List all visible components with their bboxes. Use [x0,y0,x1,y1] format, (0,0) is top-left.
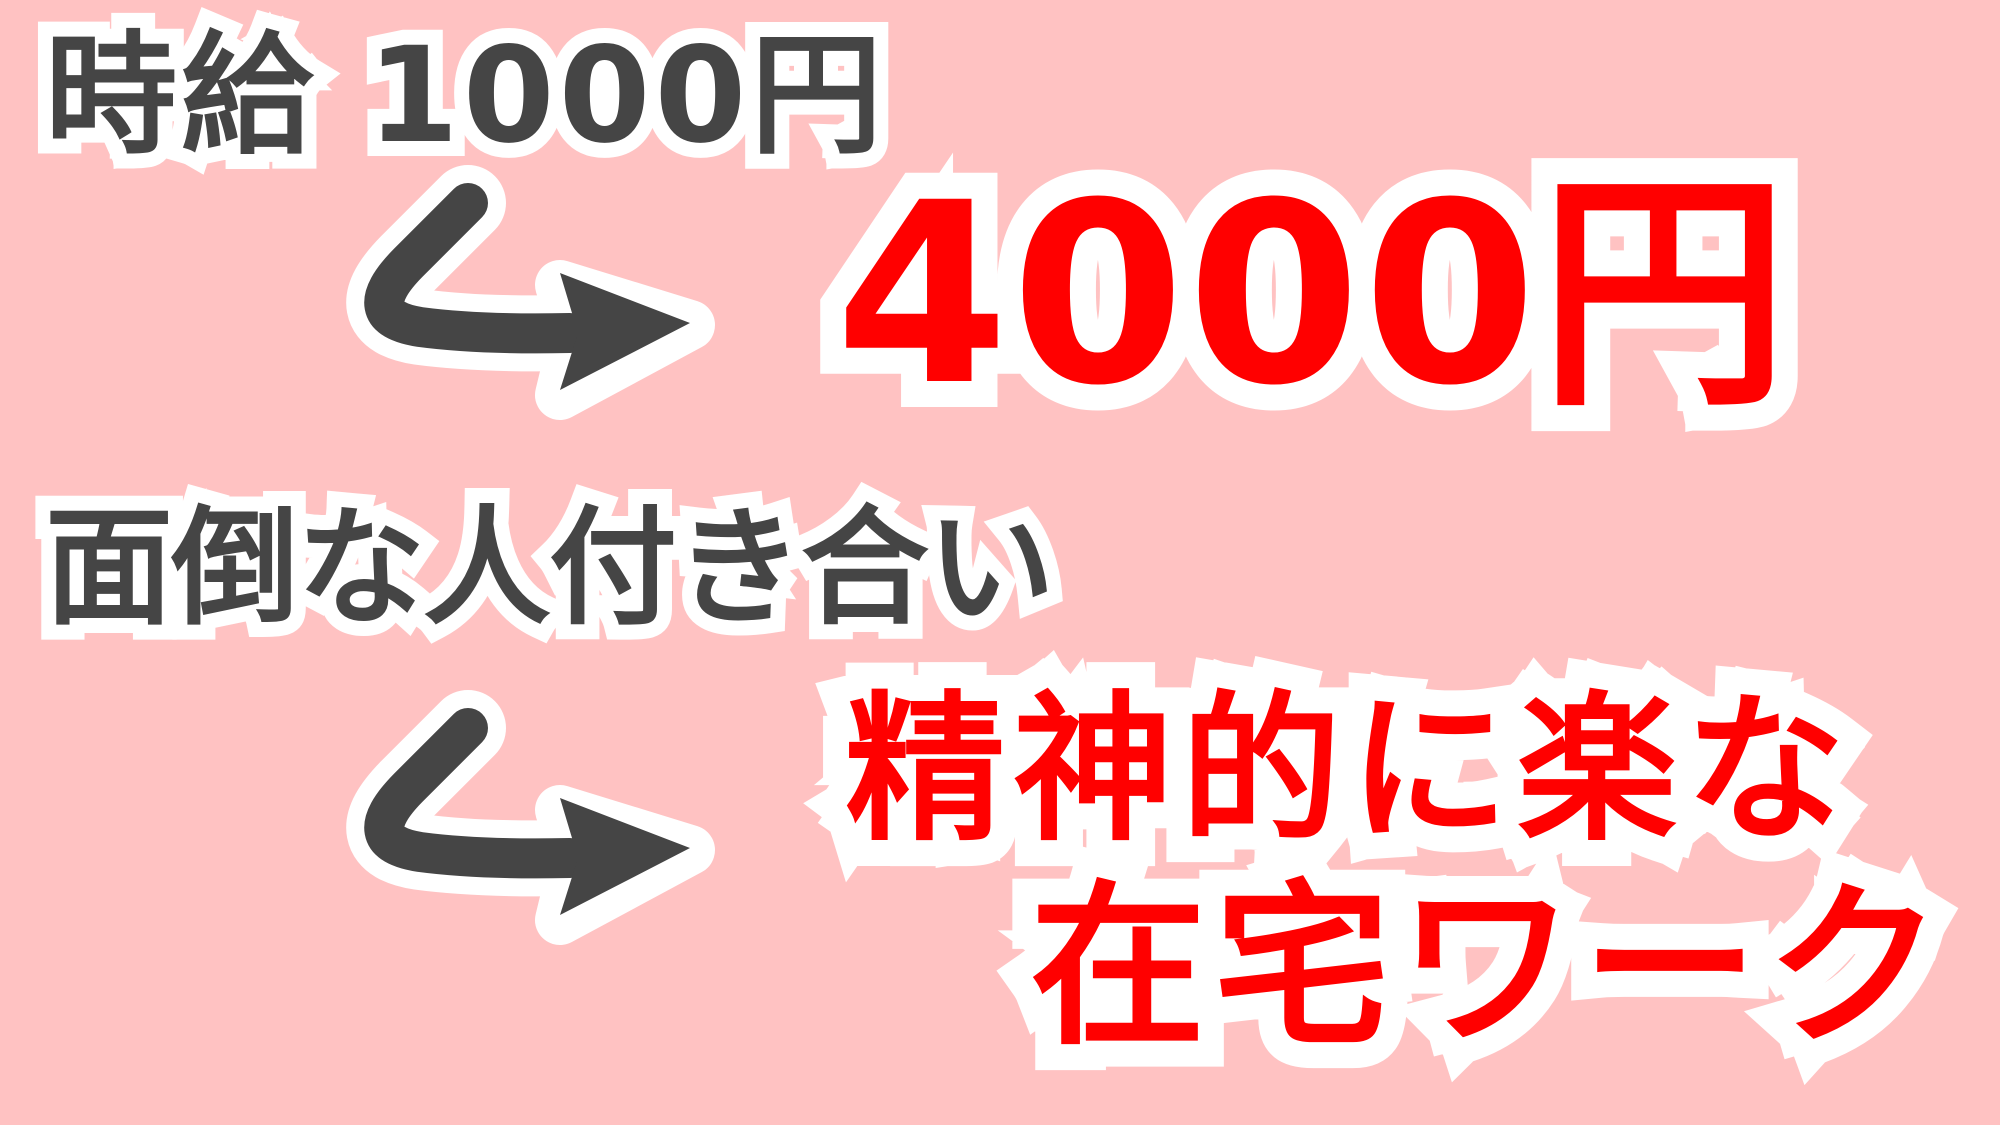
hourly-wage-before-text: 時給 1000円 [30,15,897,177]
hourly-wage-after-text: 4000円 [809,144,1815,446]
curved-arrow-right-icon [346,165,715,420]
mentally-easy-text: 精神的に楽な [819,664,1871,876]
troublesome-relations-text: 面倒な人付き合い [30,490,1070,648]
curved-arrow-right-icon [346,690,715,945]
remote-work-text: 在宅ワーク [1004,854,1968,1082]
